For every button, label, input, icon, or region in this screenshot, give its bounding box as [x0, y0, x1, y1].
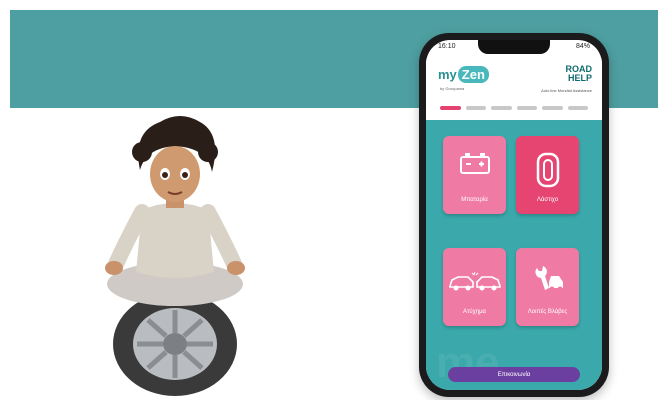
step-indicator-3[interactable] [491, 106, 512, 110]
step-indicator-6[interactable] [567, 106, 588, 110]
tile-label: Ατύχημα [462, 309, 487, 315]
wrench-car-icon [534, 266, 563, 292]
tile-battery[interactable]: Μπαταρία [443, 136, 506, 214]
contact-button[interactable]: Επικοινωνία [448, 367, 580, 382]
tile-label: Λάστιχο [536, 197, 559, 203]
meditating-character-illustration [105, 116, 245, 396]
phone-screen: 16:10 84% my Zen by Groupama ROAD HELP Aut… [426, 40, 602, 390]
step-indicator-2[interactable] [465, 106, 486, 110]
step-indicator-5[interactable] [542, 106, 563, 110]
tile-label: Μπαταρία [461, 197, 488, 203]
step-indicator-1[interactable] [440, 106, 461, 110]
phone-notch [478, 40, 550, 54]
tile-accident[interactable]: Ατύχημα [443, 248, 506, 326]
logo-subtitle: by Groupama [440, 86, 465, 91]
services-panel: me Μπαταρία Λάστιχο Ατύχημα Λοιπές Βλάβε… [426, 120, 602, 390]
step-indicator-4[interactable] [516, 106, 537, 110]
battery-level: 84% [575, 43, 590, 50]
logo-zen: Zen [457, 66, 489, 83]
progress-tabs [440, 106, 588, 110]
status-time: 16:10 [438, 43, 456, 50]
roadhelp-logo: ROAD HELP [566, 65, 593, 83]
tile-label: Λοιπές Βλάβες [527, 309, 568, 315]
tile-other-faults[interactable]: Λοιπές Βλάβες [516, 248, 579, 326]
app-header: my Zen by Groupama ROAD HELP Auto line Mon… [426, 58, 602, 104]
battery-icon [459, 153, 490, 174]
myzen-logo: my Zen [438, 66, 489, 83]
roadhelp-line2: HELP [567, 73, 592, 83]
tire-icon [536, 152, 559, 188]
car-crash-icon [448, 271, 501, 291]
smartphone: 16:10 84% my Zen by Groupama ROAD HELP Aut… [419, 33, 609, 397]
logo-my: my [438, 67, 457, 82]
roadhelp-subtitle: Auto line Mondial Assistance [541, 88, 592, 93]
tile-tire[interactable]: Λάστιχο [516, 136, 579, 214]
